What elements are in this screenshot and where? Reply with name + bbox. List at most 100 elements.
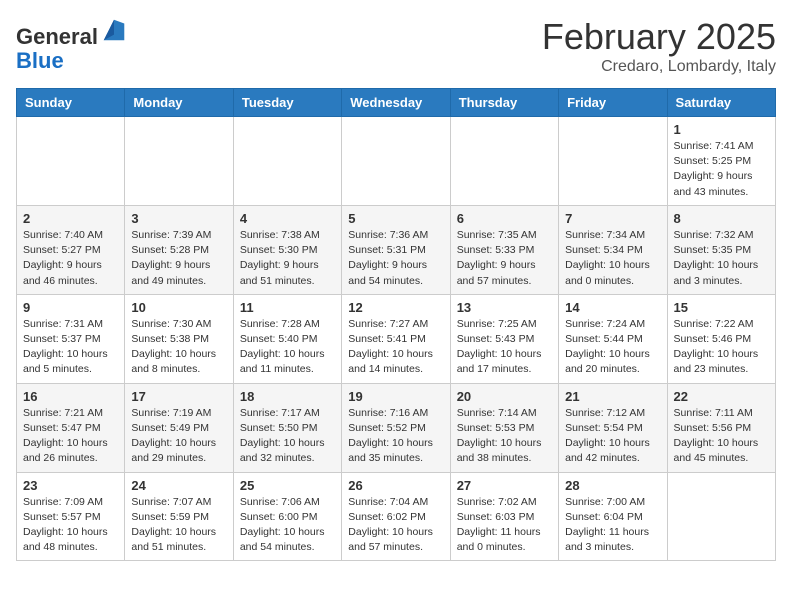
calendar-header-tuesday: Tuesday bbox=[233, 89, 341, 117]
calendar-cell: 23 Sunrise: 7:09 AM Sunset: 5:57 PM Dayli… bbox=[17, 472, 125, 561]
calendar-week-row: 23 Sunrise: 7:09 AM Sunset: 5:57 PM Dayli… bbox=[17, 472, 776, 561]
location-title: Credaro, Lombardy, Italy bbox=[542, 58, 776, 76]
day-info: Sunrise: 7:00 AM Sunset: 6:04 PM Dayligh… bbox=[565, 495, 660, 556]
calendar-cell: 6 Sunrise: 7:35 AM Sunset: 5:33 PM Daylig… bbox=[450, 205, 558, 294]
day-number: 24 bbox=[131, 478, 226, 493]
calendar-cell: 16 Sunrise: 7:21 AM Sunset: 5:47 PM Dayli… bbox=[17, 383, 125, 472]
calendar-cell: 14 Sunrise: 7:24 AM Sunset: 5:44 PM Dayli… bbox=[559, 294, 667, 383]
calendar-cell: 21 Sunrise: 7:12 AM Sunset: 5:54 PM Dayli… bbox=[559, 383, 667, 472]
day-number: 2 bbox=[23, 211, 118, 226]
calendar-header-monday: Monday bbox=[125, 89, 233, 117]
day-info: Sunrise: 7:17 AM Sunset: 5:50 PM Dayligh… bbox=[240, 406, 335, 467]
calendar-cell bbox=[233, 117, 341, 206]
calendar-cell: 11 Sunrise: 7:28 AM Sunset: 5:40 PM Dayli… bbox=[233, 294, 341, 383]
calendar-header-sunday: Sunday bbox=[17, 89, 125, 117]
day-info: Sunrise: 7:28 AM Sunset: 5:40 PM Dayligh… bbox=[240, 317, 335, 378]
logo-blue-text: Blue bbox=[16, 48, 64, 73]
calendar-cell: 8 Sunrise: 7:32 AM Sunset: 5:35 PM Daylig… bbox=[667, 205, 775, 294]
day-number: 23 bbox=[23, 478, 118, 493]
logo-icon bbox=[100, 16, 128, 44]
calendar-cell: 22 Sunrise: 7:11 AM Sunset: 5:56 PM Dayli… bbox=[667, 383, 775, 472]
calendar-cell bbox=[450, 117, 558, 206]
day-info: Sunrise: 7:12 AM Sunset: 5:54 PM Dayligh… bbox=[565, 406, 660, 467]
day-info: Sunrise: 7:06 AM Sunset: 6:00 PM Dayligh… bbox=[240, 495, 335, 556]
day-number: 16 bbox=[23, 389, 118, 404]
calendar-cell: 9 Sunrise: 7:31 AM Sunset: 5:37 PM Daylig… bbox=[17, 294, 125, 383]
day-info: Sunrise: 7:02 AM Sunset: 6:03 PM Dayligh… bbox=[457, 495, 552, 556]
day-info: Sunrise: 7:22 AM Sunset: 5:46 PM Dayligh… bbox=[674, 317, 769, 378]
calendar-cell: 20 Sunrise: 7:14 AM Sunset: 5:53 PM Dayli… bbox=[450, 383, 558, 472]
calendar-cell: 13 Sunrise: 7:25 AM Sunset: 5:43 PM Dayli… bbox=[450, 294, 558, 383]
calendar-cell: 4Sunrise: 7:38 AM Sunset: 5:30 PM Daylig… bbox=[233, 205, 341, 294]
day-number: 1 bbox=[674, 122, 769, 137]
calendar-week-row: 2 Sunrise: 7:40 AM Sunset: 5:27 PM Daylig… bbox=[17, 205, 776, 294]
day-info: Sunrise: 7:31 AM Sunset: 5:37 PM Dayligh… bbox=[23, 317, 118, 378]
day-number: 27 bbox=[457, 478, 552, 493]
day-info: Sunrise: 7:11 AM Sunset: 5:56 PM Dayligh… bbox=[674, 406, 769, 467]
logo-general-text: General bbox=[16, 24, 98, 49]
calendar-table: SundayMondayTuesdayWednesdayThursdayFrid… bbox=[16, 88, 776, 561]
calendar-cell: 5 Sunrise: 7:36 AM Sunset: 5:31 PM Daylig… bbox=[342, 205, 450, 294]
day-number: 20 bbox=[457, 389, 552, 404]
day-number: 14 bbox=[565, 300, 660, 315]
calendar-cell bbox=[667, 472, 775, 561]
day-info: Sunrise: 7:25 AM Sunset: 5:43 PM Dayligh… bbox=[457, 317, 552, 378]
title-block: February 2025 Credaro, Lombardy, Italy bbox=[542, 16, 776, 76]
calendar-header-saturday: Saturday bbox=[667, 89, 775, 117]
calendar-cell: 28 Sunrise: 7:00 AM Sunset: 6:04 PM Dayli… bbox=[559, 472, 667, 561]
day-info: Sunrise: 7:16 AM Sunset: 5:52 PM Dayligh… bbox=[348, 406, 443, 467]
calendar-cell bbox=[125, 117, 233, 206]
calendar-header-row: SundayMondayTuesdayWednesdayThursdayFrid… bbox=[17, 89, 776, 117]
calendar-header-thursday: Thursday bbox=[450, 89, 558, 117]
day-number: 6 bbox=[457, 211, 552, 226]
day-info: Sunrise: 7:40 AM Sunset: 5:27 PM Dayligh… bbox=[23, 228, 118, 289]
day-number: 22 bbox=[674, 389, 769, 404]
day-info: Sunrise: 7:14 AM Sunset: 5:53 PM Dayligh… bbox=[457, 406, 552, 467]
calendar-cell: 1 Sunrise: 7:41 AM Sunset: 5:25 PM Daylig… bbox=[667, 117, 775, 206]
calendar-cell: 25 Sunrise: 7:06 AM Sunset: 6:00 PM Dayli… bbox=[233, 472, 341, 561]
day-number: 12 bbox=[348, 300, 443, 315]
day-info: Sunrise: 7:39 AM Sunset: 5:28 PM Dayligh… bbox=[131, 228, 226, 289]
day-number: 21 bbox=[565, 389, 660, 404]
calendar-cell: 2 Sunrise: 7:40 AM Sunset: 5:27 PM Daylig… bbox=[17, 205, 125, 294]
calendar-cell: 26 Sunrise: 7:04 AM Sunset: 6:02 PM Dayli… bbox=[342, 472, 450, 561]
day-info: Sunrise: 7:09 AM Sunset: 5:57 PM Dayligh… bbox=[23, 495, 118, 556]
day-number: 8 bbox=[674, 211, 769, 226]
day-number: 10 bbox=[131, 300, 226, 315]
calendar-week-row: 1 Sunrise: 7:41 AM Sunset: 5:25 PM Daylig… bbox=[17, 117, 776, 206]
day-number: 15 bbox=[674, 300, 769, 315]
day-number: 17 bbox=[131, 389, 226, 404]
day-number: 5 bbox=[348, 211, 443, 226]
day-number: 4 bbox=[240, 211, 335, 226]
day-info: Sunrise: 7:21 AM Sunset: 5:47 PM Dayligh… bbox=[23, 406, 118, 467]
calendar-cell bbox=[17, 117, 125, 206]
day-info: Sunrise: 7:41 AM Sunset: 5:25 PM Dayligh… bbox=[674, 139, 769, 200]
day-number: 7 bbox=[565, 211, 660, 226]
day-number: 11 bbox=[240, 300, 335, 315]
day-number: 3 bbox=[131, 211, 226, 226]
calendar-cell: 7Sunrise: 7:34 AM Sunset: 5:34 PM Daylig… bbox=[559, 205, 667, 294]
day-info: Sunrise: 7:04 AM Sunset: 6:02 PM Dayligh… bbox=[348, 495, 443, 556]
month-title: February 2025 bbox=[542, 16, 776, 58]
calendar-cell bbox=[342, 117, 450, 206]
calendar-cell: 3 Sunrise: 7:39 AM Sunset: 5:28 PM Daylig… bbox=[125, 205, 233, 294]
day-number: 13 bbox=[457, 300, 552, 315]
calendar-header-friday: Friday bbox=[559, 89, 667, 117]
logo: General Blue bbox=[16, 16, 128, 73]
calendar-cell: 24Sunrise: 7:07 AM Sunset: 5:59 PM Dayli… bbox=[125, 472, 233, 561]
day-info: Sunrise: 7:32 AM Sunset: 5:35 PM Dayligh… bbox=[674, 228, 769, 289]
calendar-cell: 17Sunrise: 7:19 AM Sunset: 5:49 PM Dayli… bbox=[125, 383, 233, 472]
day-info: Sunrise: 7:36 AM Sunset: 5:31 PM Dayligh… bbox=[348, 228, 443, 289]
calendar-cell: 10Sunrise: 7:30 AM Sunset: 5:38 PM Dayli… bbox=[125, 294, 233, 383]
calendar-cell bbox=[559, 117, 667, 206]
day-number: 26 bbox=[348, 478, 443, 493]
calendar-cell: 12Sunrise: 7:27 AM Sunset: 5:41 PM Dayli… bbox=[342, 294, 450, 383]
day-number: 9 bbox=[23, 300, 118, 315]
calendar-week-row: 16 Sunrise: 7:21 AM Sunset: 5:47 PM Dayli… bbox=[17, 383, 776, 472]
day-info: Sunrise: 7:24 AM Sunset: 5:44 PM Dayligh… bbox=[565, 317, 660, 378]
day-number: 25 bbox=[240, 478, 335, 493]
calendar-cell: 27 Sunrise: 7:02 AM Sunset: 6:03 PM Dayli… bbox=[450, 472, 558, 561]
calendar-cell: 18Sunrise: 7:17 AM Sunset: 5:50 PM Dayli… bbox=[233, 383, 341, 472]
day-number: 28 bbox=[565, 478, 660, 493]
day-info: Sunrise: 7:35 AM Sunset: 5:33 PM Dayligh… bbox=[457, 228, 552, 289]
